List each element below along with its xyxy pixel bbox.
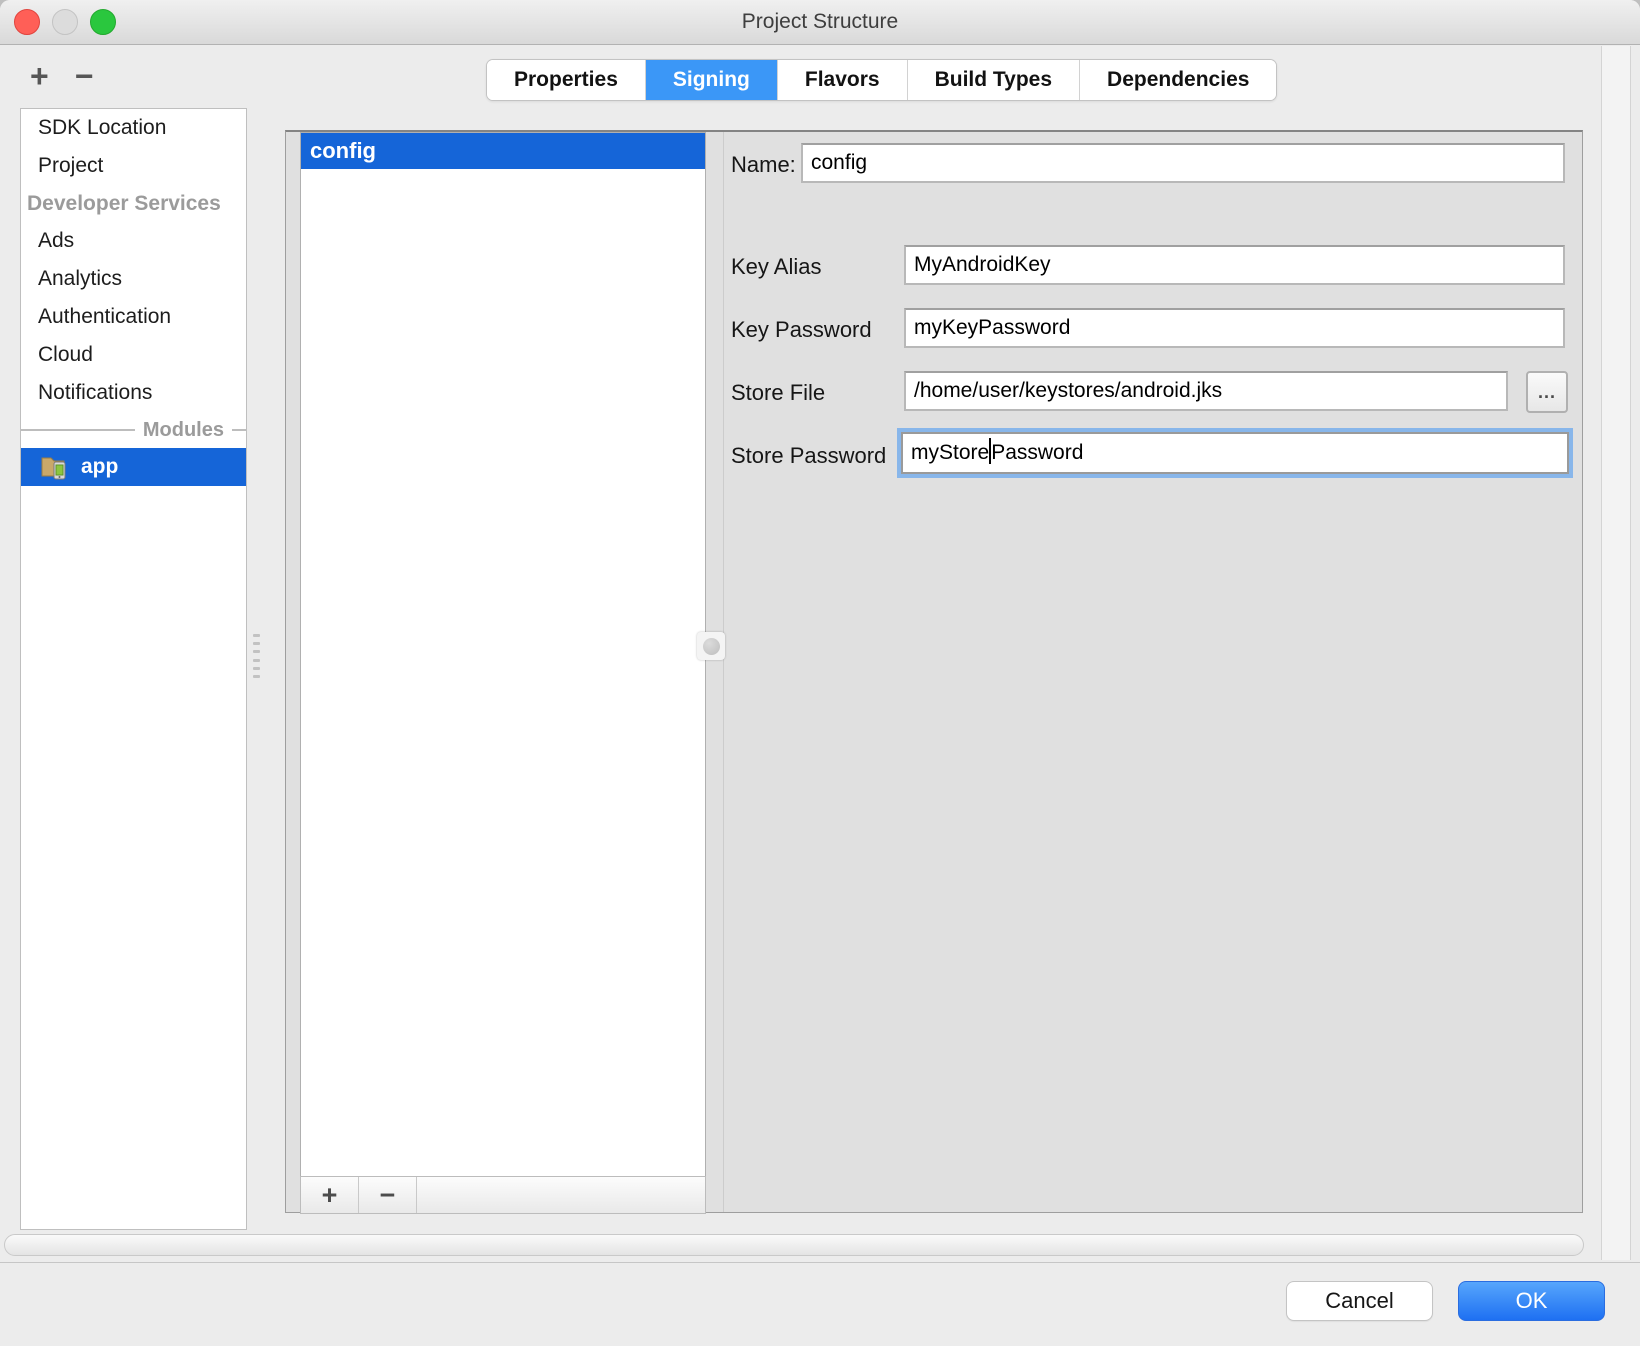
sidebar-toolbar: + −	[30, 58, 93, 94]
sidebar-item-analytics[interactable]: Analytics	[21, 260, 246, 298]
tab-bar: Properties Signing Flavors Build Types D…	[486, 59, 1277, 101]
window-title: Project Structure	[0, 0, 1640, 44]
ellipsis-icon: ...	[1538, 382, 1556, 403]
sidebar-item-cloud[interactable]: Cloud	[21, 336, 246, 374]
name-label: Name:	[731, 145, 796, 185]
add-icon[interactable]: +	[30, 58, 49, 94]
title-bar: Project Structure	[0, 0, 1640, 45]
sidebar-header-developer-services: Developer Services	[21, 185, 246, 222]
list-item-config[interactable]: config	[301, 133, 705, 169]
signing-config-list: config	[300, 132, 706, 1178]
config-list-toolbar: + −	[300, 1176, 706, 1214]
remove-icon: −	[380, 1180, 396, 1211]
sidebar-item-authentication[interactable]: Authentication	[21, 298, 246, 336]
modules-header-label: Modules	[143, 419, 224, 442]
splitter-handle[interactable]	[697, 632, 725, 660]
store-password-input[interactable]: myStorePassword	[901, 432, 1569, 474]
key-alias-input[interactable]	[904, 245, 1565, 285]
cancel-button[interactable]: Cancel	[1286, 1281, 1433, 1321]
sidebar-item-sdk-location[interactable]: SDK Location	[21, 109, 246, 147]
store-file-label: Store File	[731, 373, 825, 413]
store-password-text-after-caret: Password	[991, 441, 1083, 464]
store-password-text-before-caret: myStore	[911, 441, 989, 464]
sidebar-item-ads[interactable]: Ads	[21, 222, 246, 260]
footer-divider	[0, 1262, 1640, 1263]
sidebar-item-label: app	[81, 448, 118, 486]
add-config-button[interactable]: +	[301, 1177, 359, 1213]
key-alias-label: Key Alias	[731, 247, 822, 287]
key-password-input[interactable]	[904, 308, 1565, 348]
store-password-label: Store Password	[731, 436, 886, 476]
tab-build-types[interactable]: Build Types	[908, 60, 1080, 100]
tab-properties[interactable]: Properties	[487, 60, 646, 100]
project-structure-dialog: Project Structure + − Properties Signing…	[0, 0, 1640, 1346]
sidebar: SDK Location Project Developer Services …	[20, 108, 247, 1230]
sidebar-header-modules: Modules	[21, 412, 246, 448]
browse-store-file-button[interactable]: ...	[1526, 371, 1568, 413]
sidebar-item-project[interactable]: Project	[21, 147, 246, 185]
scrollbar-gutter[interactable]	[1601, 46, 1631, 1260]
bottom-scrollbar-track[interactable]	[4, 1234, 1584, 1256]
sidebar-item-notifications[interactable]: Notifications	[21, 374, 246, 412]
module-folder-icon	[41, 454, 71, 480]
key-password-label: Key Password	[731, 310, 872, 350]
sidebar-resize-grip[interactable]	[253, 634, 261, 678]
tab-signing[interactable]: Signing	[646, 60, 778, 100]
sidebar-item-app-module[interactable]: app	[21, 448, 246, 486]
remove-config-button[interactable]: −	[359, 1177, 417, 1213]
splitter-divider	[723, 132, 724, 1212]
tab-flavors[interactable]: Flavors	[778, 60, 908, 100]
tab-dependencies[interactable]: Dependencies	[1080, 60, 1276, 100]
store-file-input[interactable]	[904, 371, 1508, 411]
add-icon: +	[322, 1180, 338, 1211]
signing-panel: config + − Name: Key Alias Key Password …	[285, 130, 1583, 1213]
remove-icon[interactable]: −	[75, 58, 94, 94]
toolbar-spacer	[417, 1177, 705, 1213]
ok-button[interactable]: OK	[1458, 1281, 1605, 1321]
name-input[interactable]	[801, 143, 1565, 183]
